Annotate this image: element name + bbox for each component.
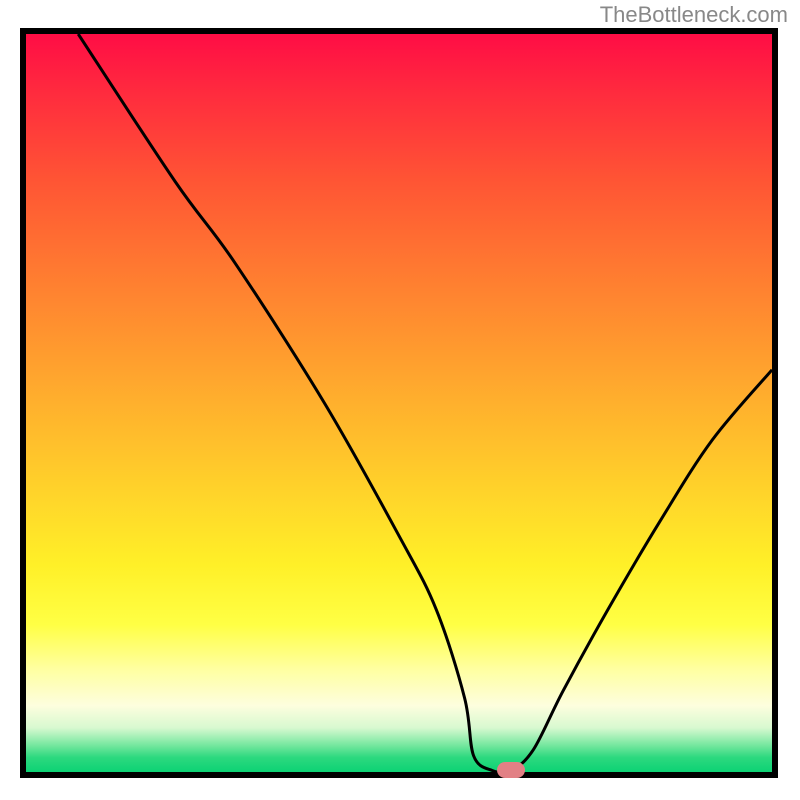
watermark-text: TheBottleneck.com (600, 2, 788, 28)
bottleneck-curve (26, 34, 772, 772)
optimal-point-marker (497, 762, 525, 778)
chart-frame (20, 28, 778, 778)
